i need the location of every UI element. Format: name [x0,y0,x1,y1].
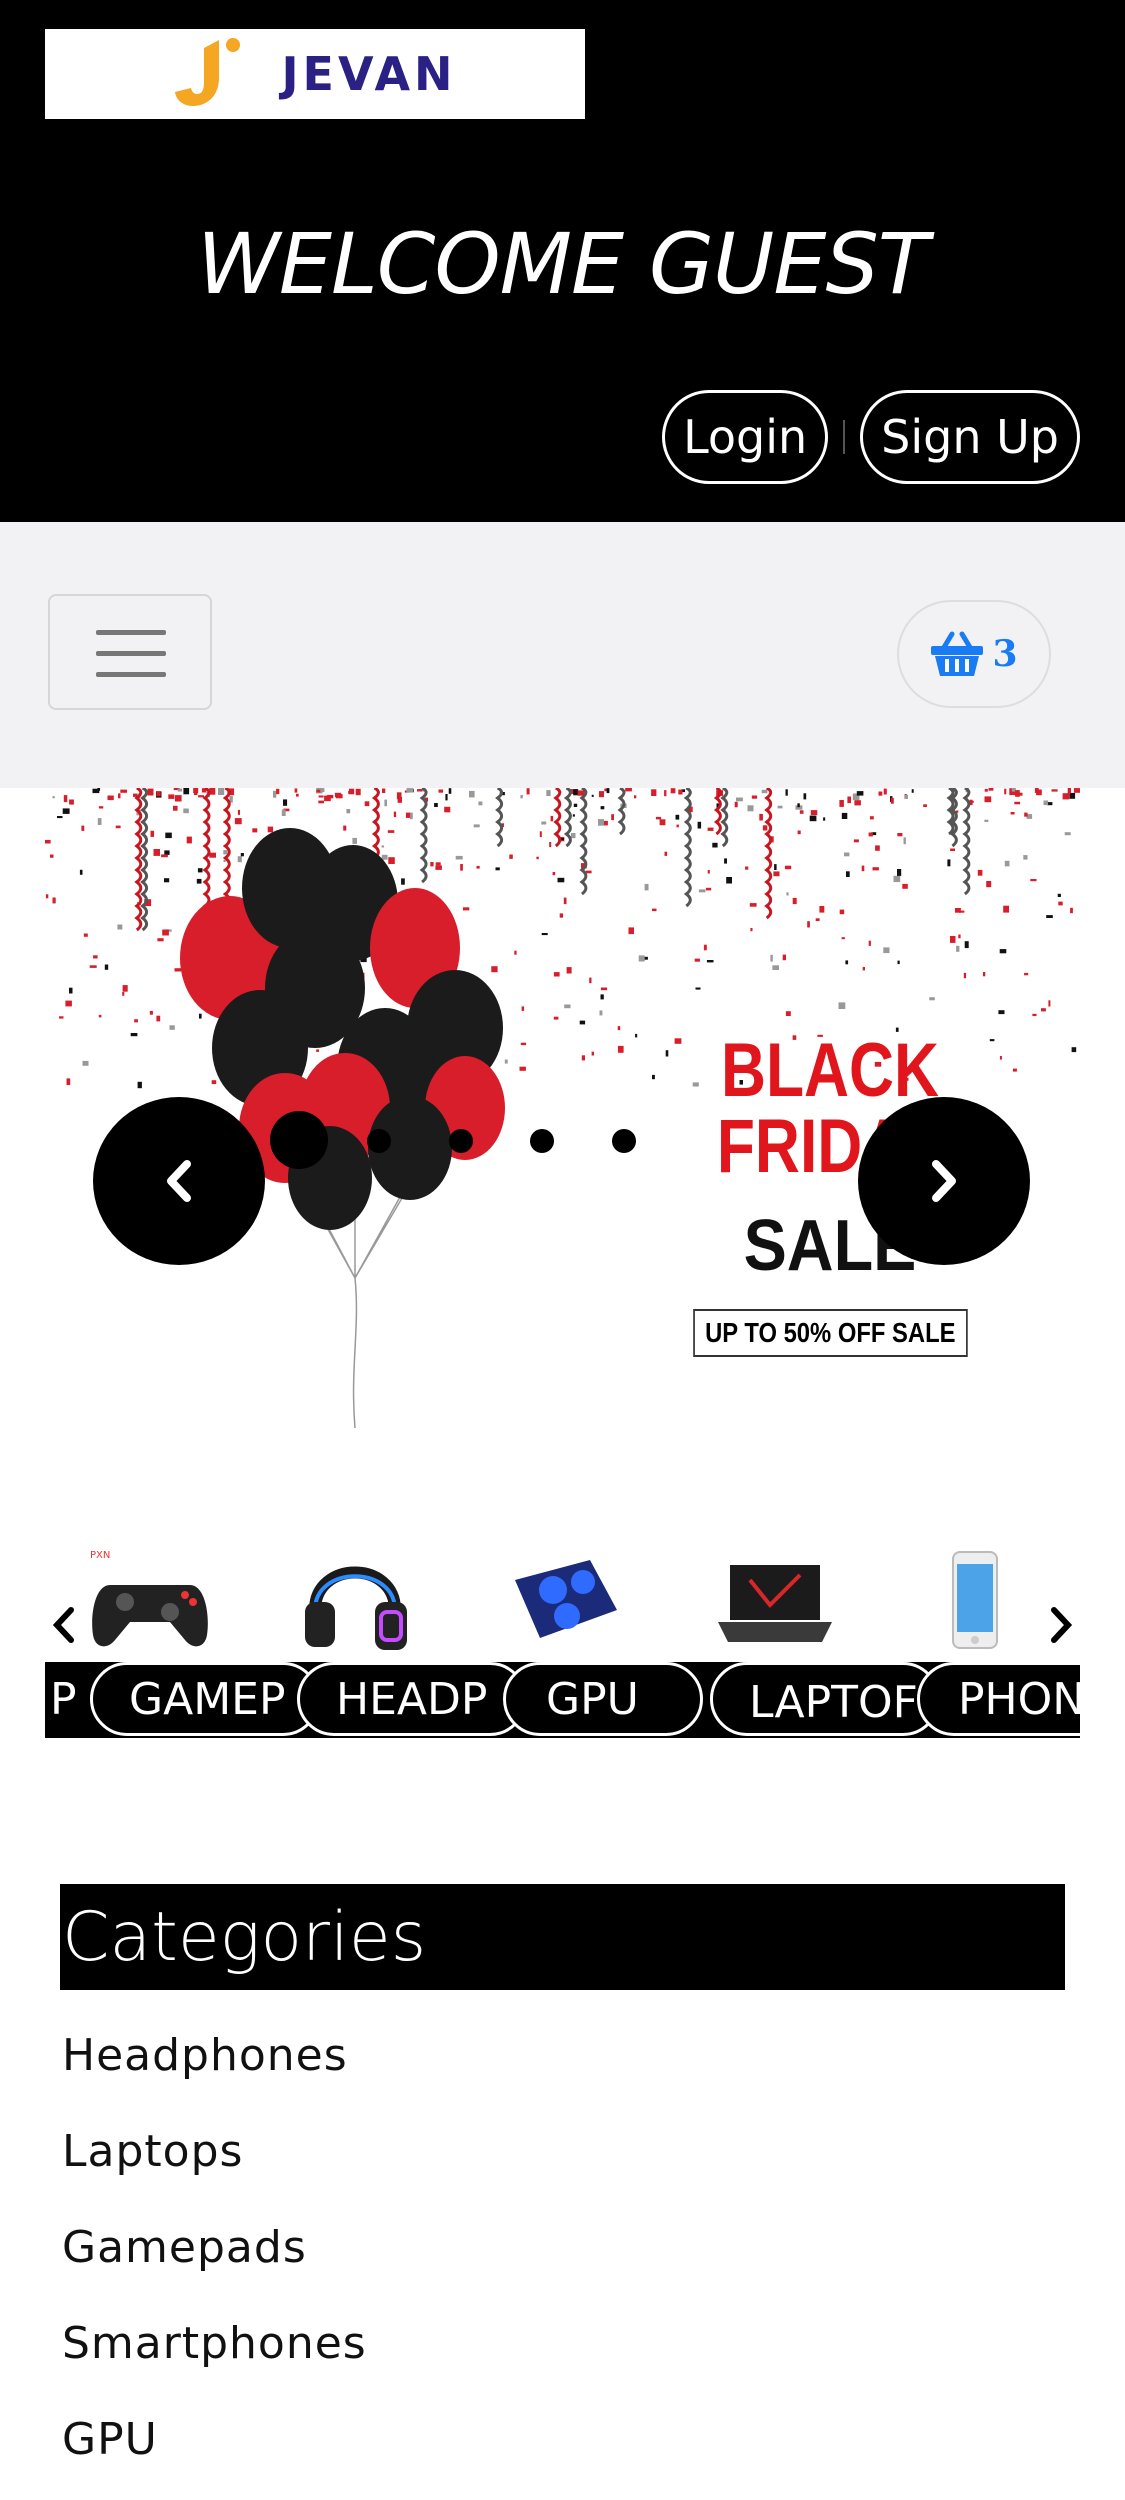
product-pill-gpu[interactable]: GPU [503,1662,703,1736]
hamburger-icon [96,630,166,635]
headphones-image [305,1566,407,1650]
hamburger-icon [96,672,166,677]
jevan-logo-icon [175,38,241,106]
signup-button[interactable]: Sign Up [860,390,1080,484]
auth-divider [843,420,846,454]
navbar: 3 [0,522,1125,788]
category-link-smartphones[interactable]: Smartphones [62,2308,367,2404]
brand-logo[interactable]: JEVAN [45,29,585,119]
carousel-prev-button[interactable] [93,1097,265,1265]
carousel-indicator-5[interactable] [612,1129,636,1153]
menu-toggle-button[interactable] [48,594,212,710]
product-label-bar: P GAMEP HEADP GPU LAPTOF PHON [45,1662,1080,1738]
gamepad-image: PXN [90,1550,208,1647]
category-link-gpu[interactable]: GPU [62,2404,367,2500]
carousel-next-button[interactable] [858,1097,1030,1265]
welcome-message: WELCOME GUEST [196,215,929,313]
product-pill-laptops[interactable]: LAPTOF [710,1662,940,1736]
category-link-laptops[interactable]: Laptops [62,2116,367,2212]
carousel-indicator-4[interactable] [530,1129,554,1153]
brand-name: JEVAN [281,47,457,101]
categories-list: Headphones Laptops Gamepads Smartphones … [62,2020,367,2500]
gpu-image [515,1560,617,1638]
site-header: JEVAN WELCOME GUEST Login Sign Up [0,0,1125,522]
hamburger-icon [96,651,166,656]
cart-count-badge: 3 [992,633,1018,675]
category-link-gamepads[interactable]: Gamepads [62,2212,367,2308]
strip-prev-icon[interactable] [45,1600,85,1650]
chevron-left-icon [167,1160,191,1202]
laptop-image [718,1565,832,1642]
categories-heading: Categories [60,1884,1065,1990]
cart-button[interactable]: 3 [897,600,1051,708]
phone-image [952,1551,998,1649]
carousel-indicator-1[interactable] [270,1111,328,1169]
svg-text:PXN: PXN [90,1550,110,1561]
product-pill-pc[interactable]: P [45,1662,85,1736]
carousel-indicator-2[interactable] [367,1129,391,1153]
banner-offer: UP TO 50% OFF SALE [692,1309,968,1357]
strip-next-icon[interactable] [1040,1600,1080,1650]
product-pill-phones[interactable]: PHON [917,1662,1080,1736]
auth-buttons: Login Sign Up [662,390,1080,484]
product-pill-headphones[interactable]: HEADP [297,1662,527,1736]
category-link-headphones[interactable]: Headphones [62,2020,367,2116]
basket-icon [931,631,984,676]
login-button[interactable]: Login [662,390,829,484]
product-category-slider: PXN P GAMEP HEADP GPU LAPTOF PHON [45,1540,1080,1740]
promo-carousel[interactable]: BLACK FRIDAY SALE UP TO 50% OFF SALE [45,788,1080,1456]
product-pill-gamepads[interactable]: GAMEP [90,1662,320,1736]
chevron-right-icon [932,1160,956,1202]
carousel-indicator-3[interactable] [449,1129,473,1153]
